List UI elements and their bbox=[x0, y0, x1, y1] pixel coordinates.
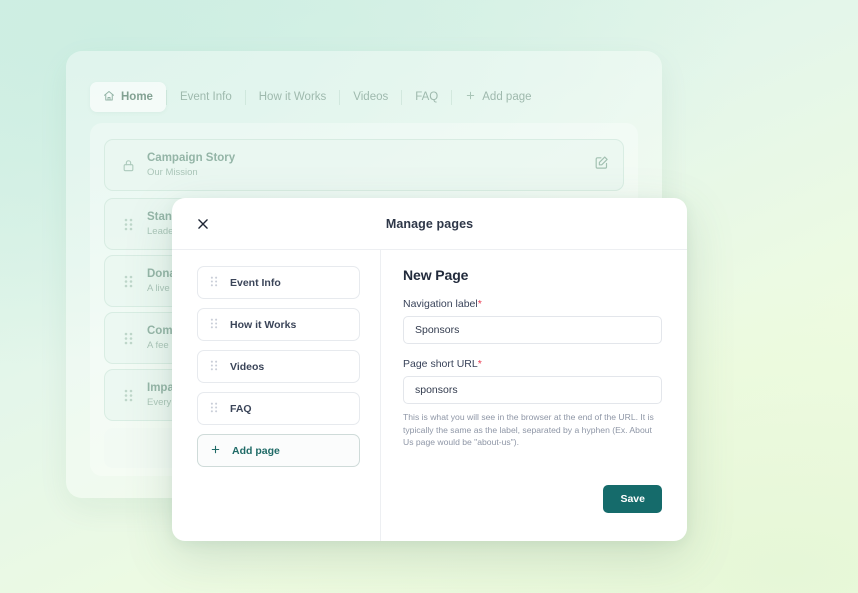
page-short-url-text: Page short URL bbox=[403, 358, 478, 370]
drag-handle-icon[interactable] bbox=[210, 358, 218, 376]
content-card-subtitle: Our Mission bbox=[147, 166, 198, 178]
page-list-item-label: How it Works bbox=[230, 318, 297, 331]
modal-header: Manage pages bbox=[172, 198, 687, 250]
tab-how-it-works-label: How it Works bbox=[258, 91, 327, 103]
form-heading: New Page bbox=[403, 267, 469, 283]
tab-videos[interactable]: Videos bbox=[340, 82, 401, 112]
save-button[interactable]: Save bbox=[603, 485, 662, 513]
navigation-label-input[interactable] bbox=[403, 316, 662, 344]
page-list-item-event-info[interactable]: Event Info bbox=[197, 266, 360, 299]
drag-handle-icon[interactable] bbox=[210, 316, 218, 334]
page-short-url-label: Page short URL* bbox=[403, 358, 662, 370]
modal-title: Manage pages bbox=[385, 217, 474, 231]
lock-icon bbox=[119, 159, 137, 172]
drag-handle-icon[interactable] bbox=[210, 274, 218, 292]
page-list-item-faq[interactable]: FAQ bbox=[197, 392, 360, 425]
page-list-item-label: FAQ bbox=[230, 402, 252, 415]
screen-root: Home Event Info How it Works Videos FAQ bbox=[0, 0, 858, 593]
manage-pages-modal: Manage pages Event Info How it Works Vid… bbox=[172, 198, 687, 541]
drag-handle-icon[interactable] bbox=[119, 218, 137, 231]
pages-list: Event Info How it Works Videos FAQ Add p… bbox=[172, 250, 381, 541]
navigation-label-text: Navigation label bbox=[403, 298, 478, 310]
add-page-button[interactable]: Add page bbox=[197, 434, 360, 467]
drag-handle-icon[interactable] bbox=[119, 389, 137, 402]
drag-handle-icon[interactable] bbox=[210, 400, 218, 418]
tab-how-it-works[interactable]: How it Works bbox=[246, 82, 340, 112]
page-list-item-videos[interactable]: Videos bbox=[197, 350, 360, 383]
page-list-item-label: Videos bbox=[230, 360, 265, 373]
required-asterisk: * bbox=[477, 358, 482, 370]
tab-videos-label: Videos bbox=[353, 91, 389, 103]
drag-handle-icon[interactable] bbox=[119, 275, 137, 288]
plus-icon bbox=[465, 90, 476, 104]
tab-home-label: Home bbox=[121, 91, 153, 103]
home-icon bbox=[103, 90, 115, 105]
tab-add-page[interactable]: Add page bbox=[452, 82, 544, 112]
page-tabbar: Home Event Info How it Works Videos FAQ bbox=[90, 79, 638, 115]
tab-faq-label: FAQ bbox=[415, 91, 439, 103]
tab-event-info-label: Event Info bbox=[179, 91, 232, 103]
required-asterisk: * bbox=[477, 298, 482, 310]
tab-event-info[interactable]: Event Info bbox=[167, 82, 245, 112]
edit-icon[interactable] bbox=[594, 155, 609, 175]
page-list-item-label: Event Info bbox=[230, 276, 281, 289]
drag-handle-icon[interactable] bbox=[119, 332, 137, 345]
modal-footer: Save bbox=[603, 485, 662, 513]
tab-home[interactable]: Home bbox=[90, 82, 166, 112]
content-card-title: Campaign Story bbox=[147, 151, 236, 164]
page-short-url-input[interactable] bbox=[403, 376, 662, 404]
navigation-label-label: Navigation label* bbox=[403, 298, 662, 310]
tab-faq[interactable]: FAQ bbox=[402, 82, 451, 112]
tab-add-page-label: Add page bbox=[482, 91, 532, 103]
url-helper-text: This is what you will see in the browser… bbox=[403, 412, 654, 448]
content-card-campaign-story[interactable]: Campaign Story Our Mission bbox=[104, 139, 624, 191]
plus-icon bbox=[210, 442, 221, 460]
add-page-label: Add page bbox=[232, 444, 280, 457]
page-list-item-how-it-works[interactable]: How it Works bbox=[197, 308, 360, 341]
